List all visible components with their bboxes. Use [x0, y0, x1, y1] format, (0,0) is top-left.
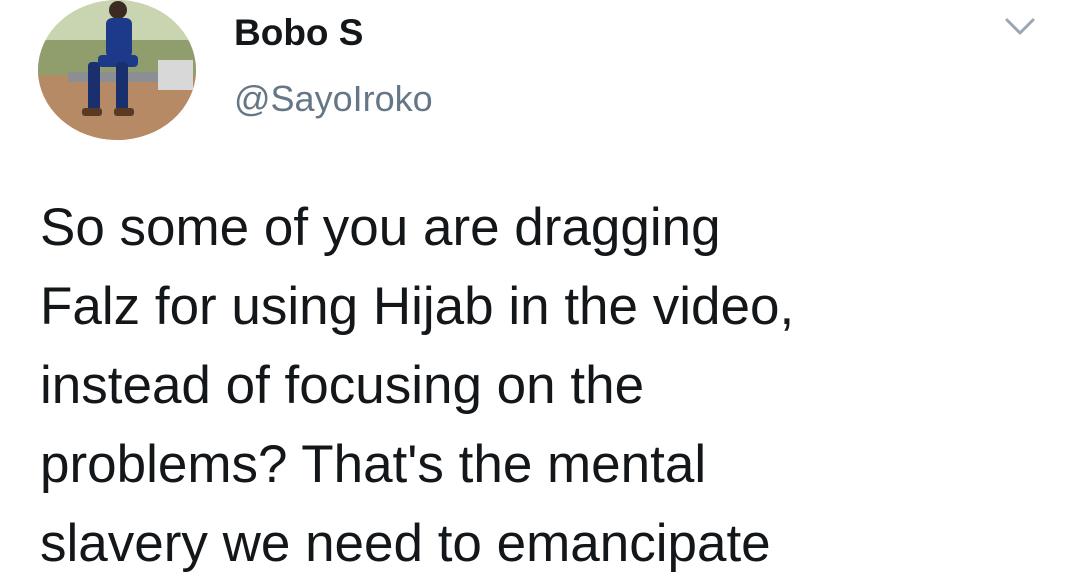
- author-handle[interactable]: @SayoIroko: [234, 78, 433, 120]
- author-display-name[interactable]: Bobo S: [234, 12, 363, 54]
- tweet-text: So some of you are dragging Falz for usi…: [40, 198, 795, 573]
- chevron-down-icon: [1005, 18, 1035, 35]
- author-avatar[interactable]: [38, 0, 196, 140]
- avatar-photo: [38, 0, 196, 140]
- tweet-card: Bobo S @SayoIroko So some of you are dra…: [0, 0, 1068, 580]
- tweet-menu-button[interactable]: [1003, 14, 1037, 38]
